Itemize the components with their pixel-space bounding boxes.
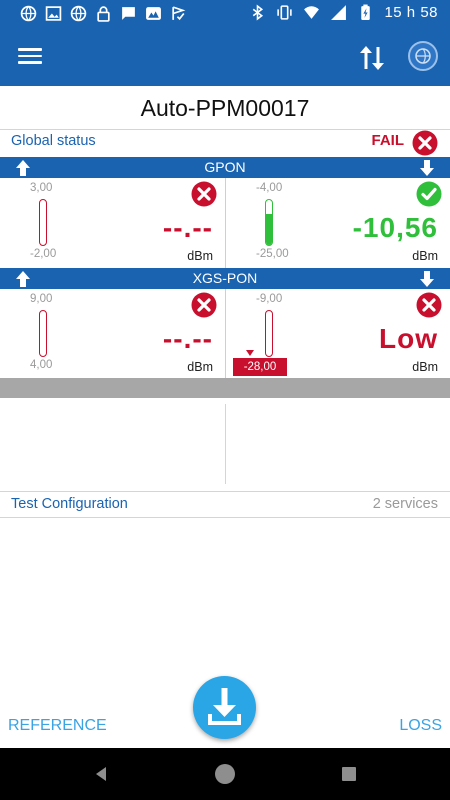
power-unit: dBm	[187, 360, 213, 374]
power-gauge	[39, 199, 47, 246]
downstream-measurement: -4,00 -25,00 -10,56 dBm	[225, 178, 450, 268]
test-configuration-row[interactable]: Test Configuration 2 services	[0, 491, 450, 518]
global-status-result: FAIL	[371, 132, 405, 149]
power-value: --.--	[162, 212, 213, 243]
band-name: GPON	[204, 159, 246, 175]
band-name: XGS-PON	[192, 270, 258, 286]
power-unit: dBm	[412, 249, 438, 263]
signal-icon	[331, 5, 347, 20]
fail-x-icon	[191, 181, 217, 207]
scale-min: -2,00	[30, 248, 57, 260]
global-status-label: Global status	[11, 133, 96, 149]
clock: 15 h 58	[384, 4, 438, 21]
scale-max: -4,00	[256, 182, 283, 194]
scale-min: -25,00	[256, 248, 289, 260]
up-down-arrows-icon[interactable]	[356, 42, 388, 74]
android-nav-bar	[0, 748, 450, 800]
power-value: Low	[379, 323, 438, 354]
scale-max: -9,00	[256, 293, 283, 305]
hamburger-menu-button[interactable]	[18, 45, 42, 69]
arrow-up-icon	[16, 160, 30, 176]
scale-max: 3,00	[30, 182, 53, 194]
arrow-down-icon	[420, 160, 434, 176]
power-gauge	[39, 310, 47, 357]
status-bar: 15 h 58	[0, 0, 450, 28]
band-header-xgs-pon: XGS-PON	[0, 268, 450, 289]
image-icon	[45, 6, 62, 21]
global-status-row: Global status FAIL	[0, 130, 450, 157]
downstream-measurement: -9,00 -28,00 Low dBm	[225, 289, 450, 379]
power-value: --.--	[162, 323, 213, 354]
notification-icons	[20, 5, 187, 22]
scale-min: 4,00	[30, 359, 53, 371]
bluetooth-icon	[253, 4, 264, 21]
section-divider	[0, 378, 450, 398]
upstream-measurement: 3,00 -2,00 --.-- dBm	[0, 178, 225, 268]
power-gauge	[265, 199, 273, 246]
back-icon[interactable]	[93, 766, 109, 782]
app-bar	[0, 28, 450, 86]
mountain-icon	[146, 7, 161, 20]
page-title: Auto-PPM00017	[0, 86, 450, 130]
globe-icon	[20, 5, 37, 22]
gauge-fill	[266, 213, 272, 245]
threshold-badge: -28,00	[233, 358, 287, 376]
band-panel-gpon: 3,00 -2,00 --.-- dBm -4,00 -25,00 -10,56…	[0, 178, 450, 268]
threshold-marker	[246, 350, 254, 356]
arrow-up-icon	[16, 271, 30, 287]
reference-button[interactable]: REFERENCE	[8, 717, 107, 735]
battery-charging-icon	[361, 4, 371, 20]
home-icon[interactable]	[215, 764, 235, 784]
services-count: 2 services	[372, 496, 438, 512]
globe-icon	[70, 5, 87, 22]
empty-results-area	[0, 398, 450, 490]
power-value: -10,56	[352, 212, 438, 243]
upstream-measurement: 9,00 4,00 --.-- dBm	[0, 289, 225, 379]
loss-button[interactable]: LOSS	[399, 717, 442, 735]
network-globe-button[interactable]	[408, 41, 438, 71]
download-fab-button[interactable]	[193, 676, 256, 739]
divider	[225, 404, 226, 484]
system-icons: 15 h 58	[249, 4, 438, 21]
globe-network-icon	[415, 48, 431, 64]
band-header-gpon: GPON	[0, 157, 450, 178]
scale-max: 9,00	[30, 293, 53, 305]
power-gauge	[265, 310, 273, 357]
check-flag-icon	[172, 6, 186, 21]
power-unit: dBm	[412, 360, 438, 374]
recent-apps-icon[interactable]	[342, 767, 356, 781]
power-unit: dBm	[187, 249, 213, 263]
lock-icon	[97, 6, 110, 22]
vibrate-icon	[277, 5, 293, 20]
arrow-down-icon	[420, 271, 434, 287]
test-configuration-label[interactable]: Test Configuration	[11, 496, 128, 512]
wifi-icon	[304, 6, 320, 19]
message-icon	[122, 7, 135, 20]
fail-x-icon	[416, 292, 442, 318]
download-icon	[208, 688, 241, 725]
fail-x-icon	[412, 130, 438, 156]
band-panel-xgs-pon: 9,00 4,00 --.-- dBm -9,00 -28,00 Low dBm	[0, 289, 450, 379]
fail-x-icon	[191, 292, 217, 318]
pass-check-icon	[416, 181, 442, 207]
